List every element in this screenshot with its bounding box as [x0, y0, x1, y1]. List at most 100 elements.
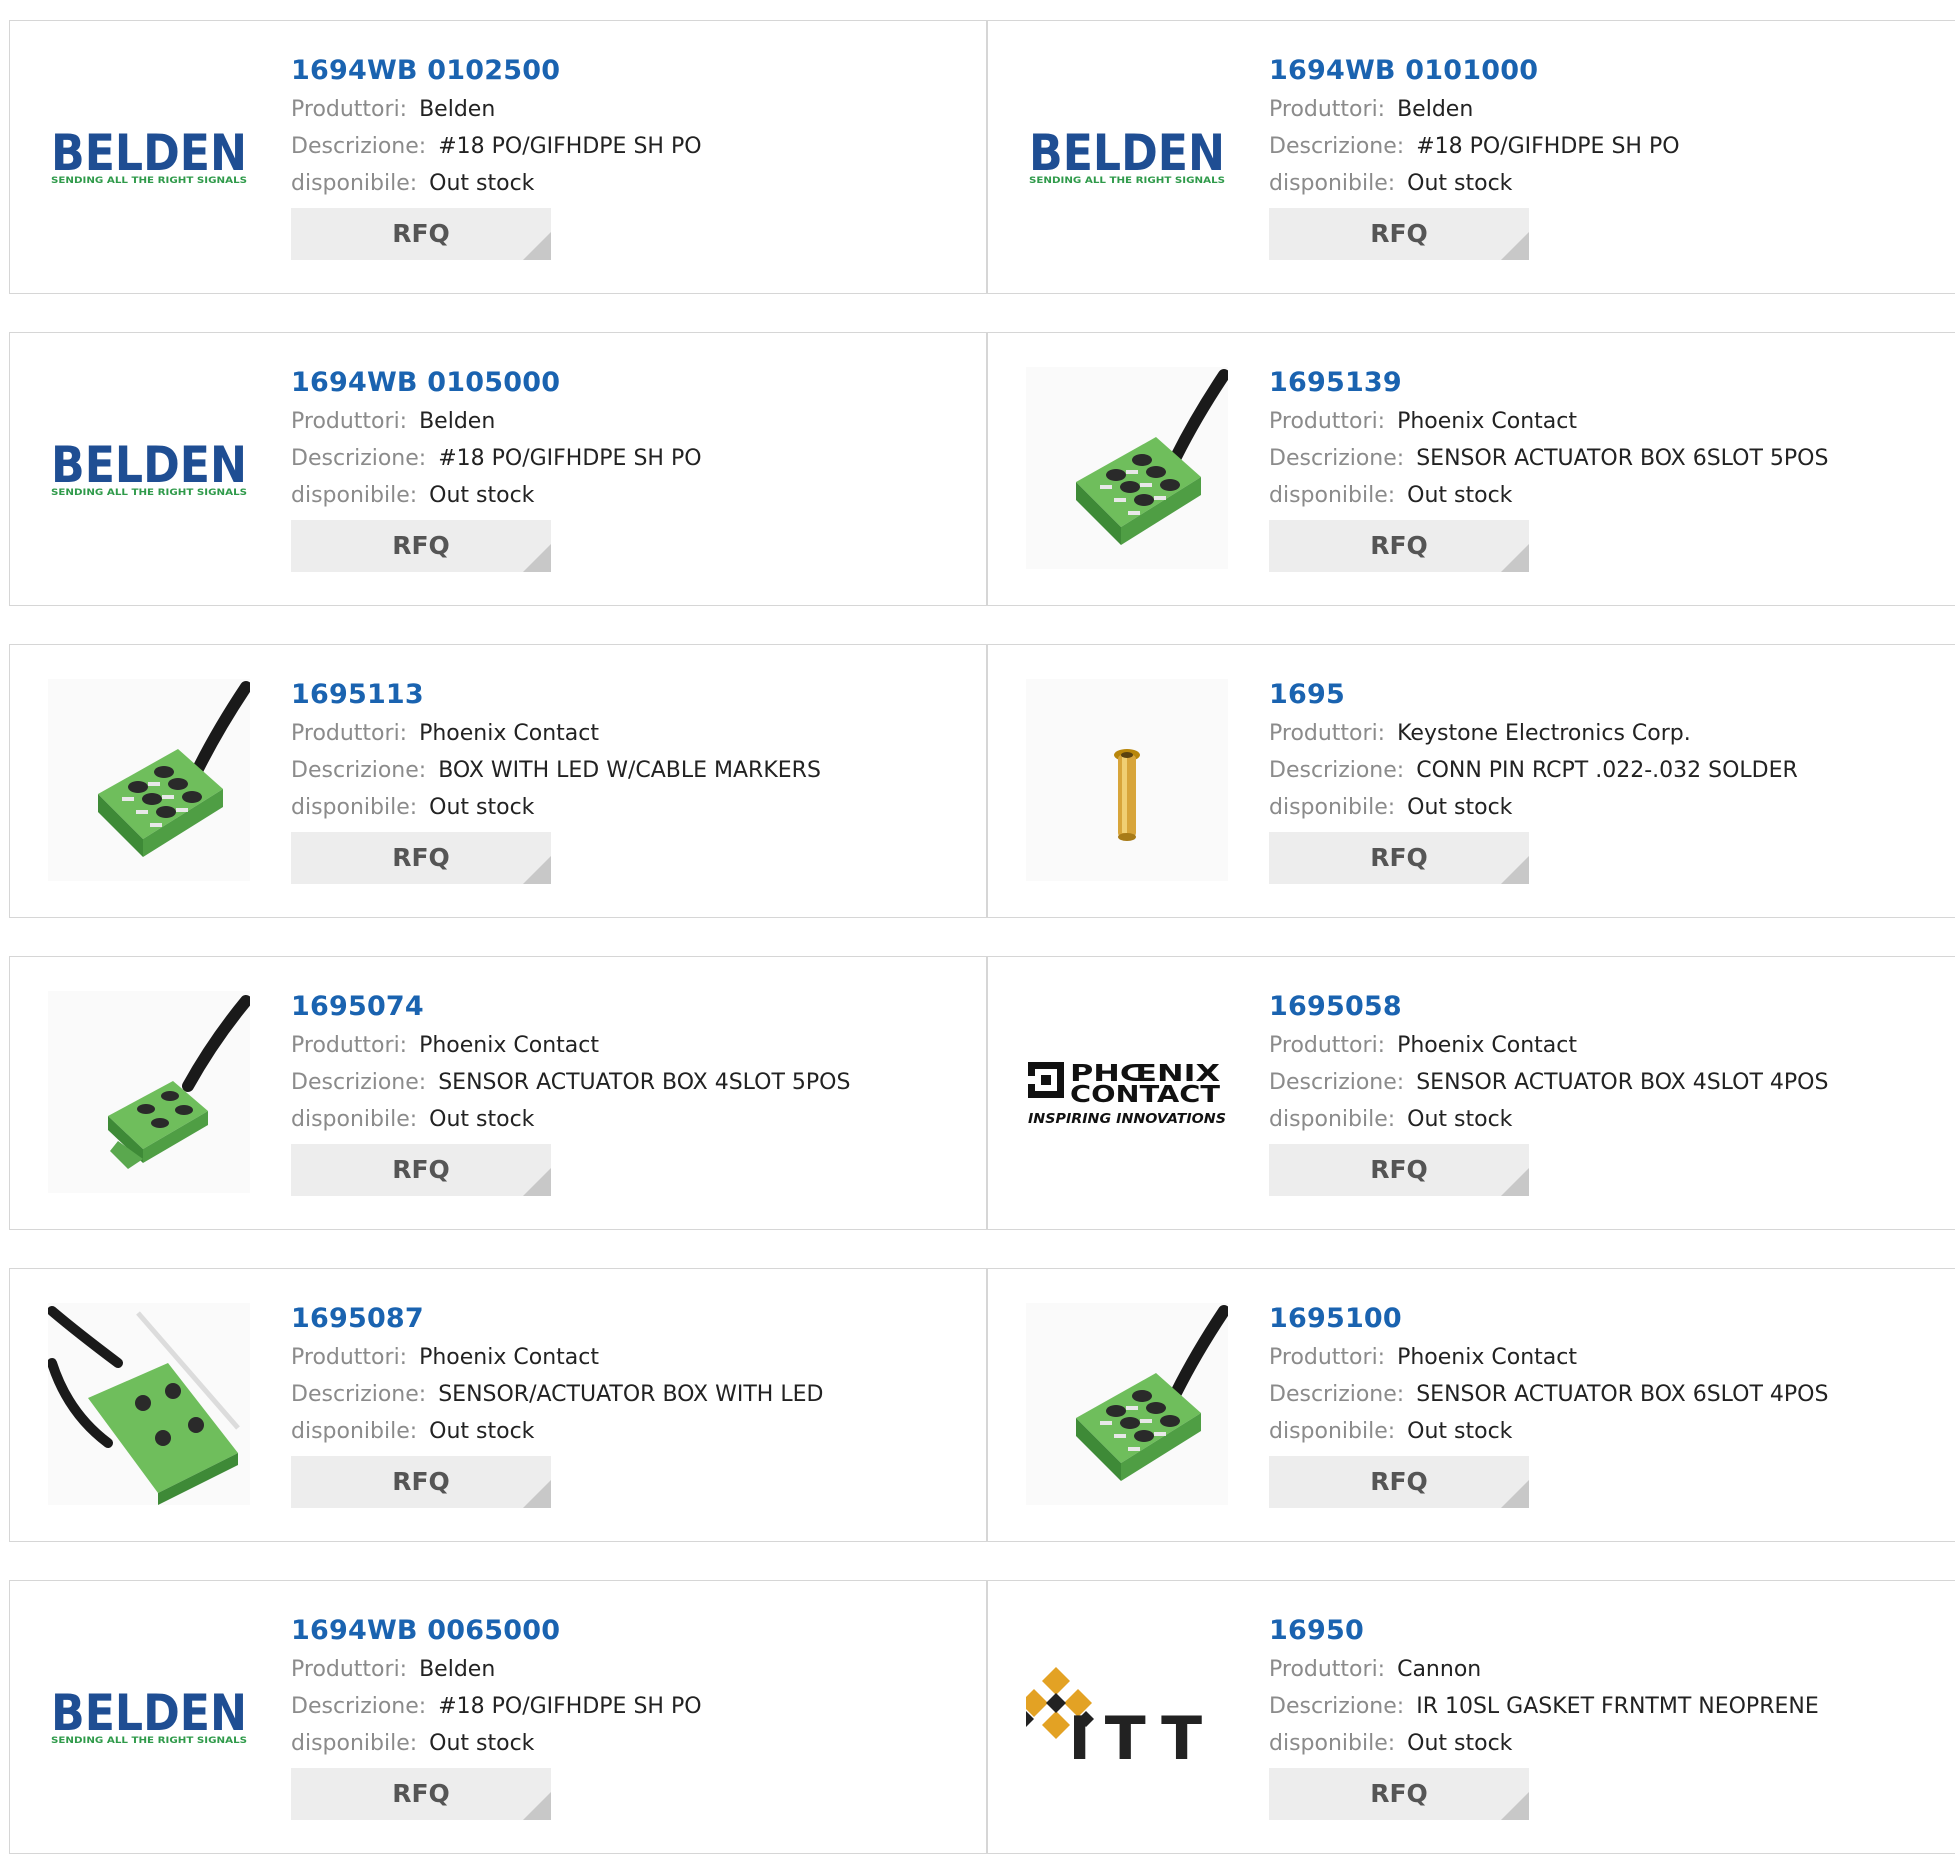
rfq-button[interactable]: RFQ — [1269, 1144, 1529, 1196]
phoenix-logo-tagline: INSPIRING INNOVATIONS — [1028, 1112, 1226, 1127]
availability-value: Out stock — [1407, 795, 1513, 820]
part-number-link[interactable]: 1695139 — [1269, 363, 1954, 403]
availability-row: disponibile: Out stock — [291, 1101, 976, 1138]
product-image-link[interactable] — [48, 1303, 250, 1505]
belden-logo: BELDEN SENDING ALL THE RIGHT SIGNALS — [1029, 126, 1225, 186]
product-image-link[interactable]: BELDEN SENDING ALL THE RIGHT SIGNALS — [48, 55, 250, 257]
product-info: 1695074 Produttori: Phoenix Contact Descr… — [291, 987, 976, 1196]
rfq-button[interactable]: RFQ — [291, 832, 551, 884]
availability-value: Out stock — [429, 1731, 535, 1756]
manufacturer-label: Produttori: — [291, 409, 408, 434]
description-label: Descrizione: — [1269, 134, 1405, 159]
belden-logo-word: BELDEN — [1029, 126, 1225, 182]
description-value: #18 PO/GIFHDPE SH PO — [438, 1694, 702, 1719]
manufacturer-value: Belden — [419, 1657, 496, 1682]
description-row: Descrizione: SENSOR ACTUATOR BOX 4SLOT 5P… — [291, 1064, 976, 1101]
rfq-button-label: RFQ — [1370, 219, 1428, 248]
manufacturer-row: Produttori: Phoenix Contact — [291, 715, 976, 752]
manufacturer-label: Produttori: — [291, 1345, 408, 1370]
belden-logo: BELDEN SENDING ALL THE RIGHT SIGNALS — [51, 1686, 247, 1746]
description-label: Descrizione: — [291, 446, 427, 471]
product-card: ITT 16950 Produttori: Cannon Descrizione:… — [987, 1580, 1955, 1854]
availability-row: disponibile: Out stock — [291, 1413, 976, 1450]
corner-fold-icon — [1501, 232, 1529, 260]
rfq-button[interactable]: RFQ — [1269, 1768, 1529, 1820]
rfq-button[interactable]: RFQ — [291, 1768, 551, 1820]
belden-logo-tagline: SENDING ALL THE RIGHT SIGNALS — [51, 488, 247, 498]
product-image-link[interactable]: PHŒNIX CONTACT INSPIRING INNOVATIONS — [1026, 991, 1228, 1193]
rfq-button[interactable]: RFQ — [291, 1144, 551, 1196]
product-image-link[interactable]: ITT — [1026, 1615, 1228, 1817]
manufacturer-row: Produttori: Phoenix Contact — [1269, 1339, 1954, 1376]
product-card: 1695139 Produttori: Phoenix Contact Descr… — [987, 332, 1955, 606]
rfq-button[interactable]: RFQ — [1269, 520, 1529, 572]
manufacturer-label: Produttori: — [1269, 1657, 1386, 1682]
belden-logo: BELDEN SENDING ALL THE RIGHT SIGNALS — [51, 126, 247, 186]
rfq-button[interactable]: RFQ — [1269, 1456, 1529, 1508]
description-value: IR 10SL GASKET FRNTMT NEOPRENE — [1416, 1694, 1819, 1719]
corner-fold-icon — [523, 232, 551, 260]
manufacturer-label: Produttori: — [291, 1657, 408, 1682]
part-number-link[interactable]: 1695087 — [291, 1299, 976, 1339]
rfq-button[interactable]: RFQ — [291, 1456, 551, 1508]
rfq-button-label: RFQ — [392, 843, 450, 872]
product-image-link[interactable] — [1026, 1303, 1228, 1505]
rfq-button-label: RFQ — [392, 1779, 450, 1808]
description-row: Descrizione: #18 PO/GIFHDPE SH PO — [291, 1688, 976, 1725]
product-card: BELDEN SENDING ALL THE RIGHT SIGNALS 169… — [9, 20, 987, 294]
availability-row: disponibile: Out stock — [1269, 789, 1954, 826]
product-image-link[interactable]: BELDEN SENDING ALL THE RIGHT SIGNALS — [1026, 55, 1228, 257]
part-number-link[interactable]: 1695100 — [1269, 1299, 1954, 1339]
availability-value: Out stock — [429, 483, 535, 508]
rfq-button-label: RFQ — [392, 219, 450, 248]
part-number-link[interactable]: 1694WB 0102500 — [291, 51, 976, 91]
part-number-link[interactable]: 1694WB 0101000 — [1269, 51, 1954, 91]
availability-value: Out stock — [1407, 1107, 1513, 1132]
product-image-link[interactable] — [48, 679, 250, 881]
rfq-button[interactable]: RFQ — [291, 208, 551, 260]
description-label: Descrizione: — [291, 758, 427, 783]
description-value: SENSOR/ACTUATOR BOX WITH LED — [438, 1382, 824, 1407]
product-card: 1695113 Produttori: Phoenix Contact Descr… — [9, 644, 987, 918]
description-row: Descrizione: SENSOR ACTUATOR BOX 6SLOT 5P… — [1269, 440, 1954, 477]
part-number-link[interactable]: 1695113 — [291, 675, 976, 715]
manufacturer-row: Produttori: Belden — [291, 1651, 976, 1688]
product-image-link[interactable]: BELDEN SENDING ALL THE RIGHT SIGNALS — [48, 367, 250, 569]
availability-row: disponibile: Out stock — [291, 165, 976, 202]
product-image-link[interactable] — [48, 991, 250, 1193]
part-number-link[interactable]: 1694WB 0105000 — [291, 363, 976, 403]
corner-fold-icon — [1501, 1792, 1529, 1820]
manufacturer-row: Produttori: Belden — [1269, 91, 1954, 128]
product-card: PHŒNIX CONTACT INSPIRING INNOVATIONS 169… — [987, 956, 1955, 1230]
rfq-button[interactable]: RFQ — [291, 520, 551, 572]
description-value: SENSOR ACTUATOR BOX 6SLOT 4POS — [1416, 1382, 1829, 1407]
availability-label: disponibile: — [1269, 1107, 1396, 1132]
manufacturer-row: Produttori: Belden — [291, 91, 976, 128]
belden-logo-tagline: SENDING ALL THE RIGHT SIGNALS — [51, 1736, 247, 1746]
manufacturer-label: Produttori: — [291, 1033, 408, 1058]
part-number-link[interactable]: 16950 — [1269, 1611, 1954, 1651]
part-number-link[interactable]: 1695058 — [1269, 987, 1954, 1027]
part-number-link[interactable]: 1695074 — [291, 987, 976, 1027]
description-label: Descrizione: — [1269, 1070, 1405, 1095]
part-number-link[interactable]: 1695 — [1269, 675, 1954, 715]
product-info: 1694WB 0102500 Produttori: Belden Descriz… — [291, 51, 976, 260]
product-info: 1695058 Produttori: Phoenix Contact Descr… — [1269, 987, 1954, 1196]
product-card: BELDEN SENDING ALL THE RIGHT SIGNALS 169… — [9, 1580, 987, 1854]
rfq-button[interactable]: RFQ — [1269, 208, 1529, 260]
availability-row: disponibile: Out stock — [1269, 1725, 1954, 1762]
product-info: 1695100 Produttori: Phoenix Contact Descr… — [1269, 1299, 1954, 1508]
product-image-link[interactable]: BELDEN SENDING ALL THE RIGHT SIGNALS — [48, 1615, 250, 1817]
availability-value: Out stock — [1407, 1731, 1513, 1756]
rfq-button-label: RFQ — [1370, 1467, 1428, 1496]
belden-logo-tagline: SENDING ALL THE RIGHT SIGNALS — [51, 176, 247, 186]
rfq-button[interactable]: RFQ — [1269, 832, 1529, 884]
part-number-link[interactable]: 1694WB 0065000 — [291, 1611, 976, 1651]
product-image-link[interactable] — [1026, 367, 1228, 569]
description-value: SENSOR ACTUATOR BOX 6SLOT 5POS — [1416, 446, 1829, 471]
availability-row: disponibile: Out stock — [1269, 1101, 1954, 1138]
manufacturer-label: Produttori: — [1269, 1345, 1386, 1370]
product-card: 1695 Produttori: Keystone Electronics Cor… — [987, 644, 1955, 918]
product-image-link[interactable] — [1026, 679, 1228, 881]
manufacturer-row: Produttori: Keystone Electronics Corp. — [1269, 715, 1954, 752]
